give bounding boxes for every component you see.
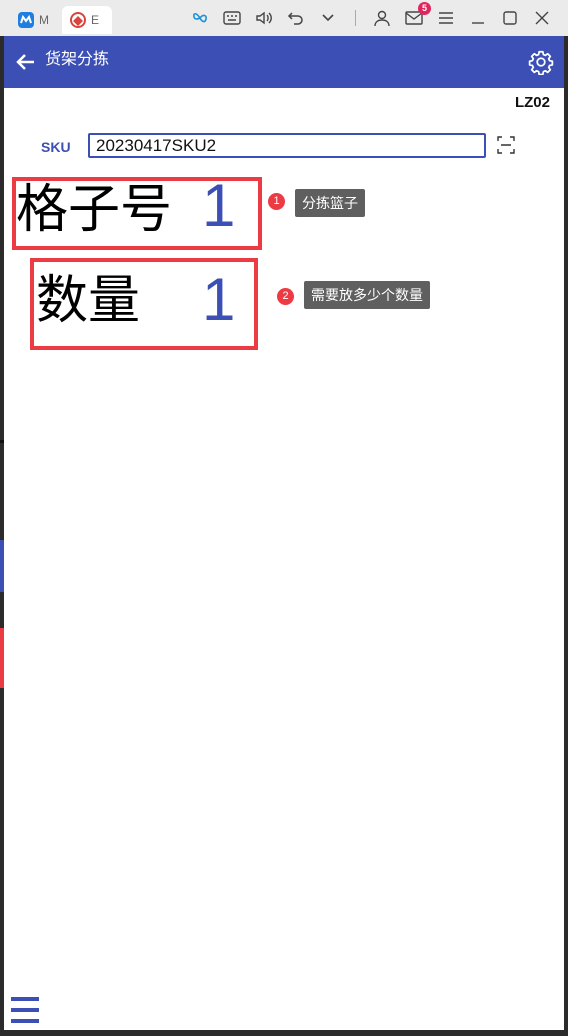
user-icon[interactable] xyxy=(372,8,392,28)
emulator-window: M E 5 货架分拣 LZ02 SKU 20230417SKU2 格子号 1 1… xyxy=(0,0,568,1036)
maximize-icon[interactable] xyxy=(500,8,520,28)
tab-app-m[interactable]: M xyxy=(10,6,58,34)
station-code: LZ02 xyxy=(514,94,550,111)
app-bar: 货架分拣 xyxy=(4,36,564,88)
mail-badge: 5 xyxy=(418,2,431,15)
sku-label: SKU xyxy=(41,139,71,155)
chevron-down-icon[interactable] xyxy=(318,8,338,28)
butterfly-icon[interactable] xyxy=(190,8,210,28)
tab-label: E xyxy=(91,13,100,27)
menu-icon[interactable] xyxy=(436,8,456,28)
keyboard-icon[interactable] xyxy=(222,8,242,28)
app-screen: 货架分拣 LZ02 SKU 格子号 1 1 分拣篮子 数量 1 2 需要放多少个… xyxy=(4,36,564,1030)
annotation-tooltip: 需要放多少个数量 xyxy=(304,281,430,309)
scan-icon[interactable] xyxy=(497,136,515,154)
minimize-icon[interactable] xyxy=(468,8,488,28)
undo-icon[interactable] xyxy=(286,8,306,28)
app-m-icon xyxy=(18,12,34,28)
tab-label: M xyxy=(39,13,49,27)
gear-icon[interactable] xyxy=(528,49,554,76)
toolbar-divider xyxy=(355,10,356,26)
annotation-marker: 1 xyxy=(268,193,285,210)
quantity-label: 数量 xyxy=(36,271,141,331)
annotation-marker: 2 xyxy=(277,288,294,305)
slot-label: 格子号 xyxy=(16,180,173,240)
emulator-toolbar: M E 5 xyxy=(0,0,568,36)
slot-value: 1 xyxy=(202,172,236,239)
app-e-icon xyxy=(70,12,86,28)
arrow-left-icon[interactable] xyxy=(14,50,38,74)
menu-icon[interactable] xyxy=(10,996,40,1024)
sku-input[interactable] xyxy=(88,133,486,158)
quantity-value: 1 xyxy=(202,266,236,333)
tab-app-e[interactable]: E xyxy=(62,6,112,34)
close-icon[interactable] xyxy=(532,8,552,28)
page-title: 货架分拣 xyxy=(45,51,110,68)
annotation-tooltip: 分拣篮子 xyxy=(295,189,365,217)
window-bottom-edge xyxy=(0,1030,568,1036)
volume-icon[interactable] xyxy=(254,8,274,28)
